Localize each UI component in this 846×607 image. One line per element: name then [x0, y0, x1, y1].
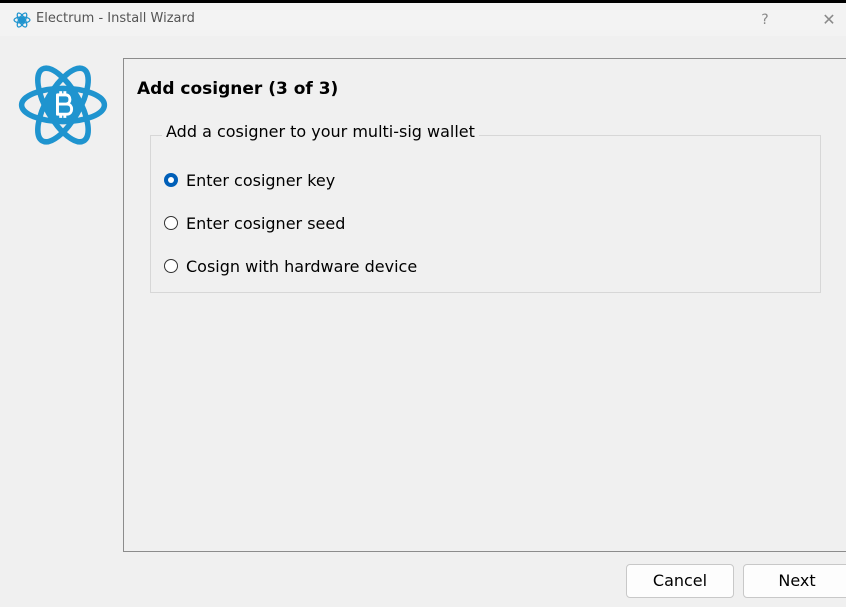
option-cosign-hardware-device[interactable]: Cosign with hardware device: [164, 254, 417, 278]
electrum-logo-icon: [13, 12, 31, 28]
wizard-content-panel: Add cosigner (3 of 3) Add a cosigner to …: [123, 58, 846, 552]
close-button[interactable]: ✕: [818, 7, 840, 33]
next-button[interactable]: Next: [743, 564, 846, 598]
title-bar: Electrum - Install Wizard ? ✕: [0, 3, 846, 36]
help-button[interactable]: ?: [757, 7, 773, 33]
option-enter-cosigner-key[interactable]: Enter cosigner key: [164, 168, 335, 192]
radio-unselected-icon[interactable]: [164, 259, 178, 273]
window-title: Electrum - Install Wizard: [36, 11, 195, 26]
install-wizard-window: Electrum - Install Wizard ? ✕ Add cosign…: [0, 3, 846, 607]
radio-selected-icon[interactable]: [164, 173, 178, 187]
option-enter-cosigner-seed[interactable]: Enter cosigner seed: [164, 211, 345, 235]
radio-unselected-icon[interactable]: [164, 216, 178, 230]
electrum-logo: [18, 65, 108, 145]
group-title: Add a cosigner to your multi-sig wallet: [162, 122, 479, 141]
option-label: Enter cosigner seed: [186, 213, 346, 233]
bitcoin-icon: [56, 91, 74, 118]
page-title: Add cosigner (3 of 3): [137, 79, 339, 99]
option-label: Enter cosigner key: [186, 170, 336, 190]
cancel-button[interactable]: Cancel: [626, 564, 734, 598]
option-label: Cosign with hardware device: [186, 256, 418, 276]
